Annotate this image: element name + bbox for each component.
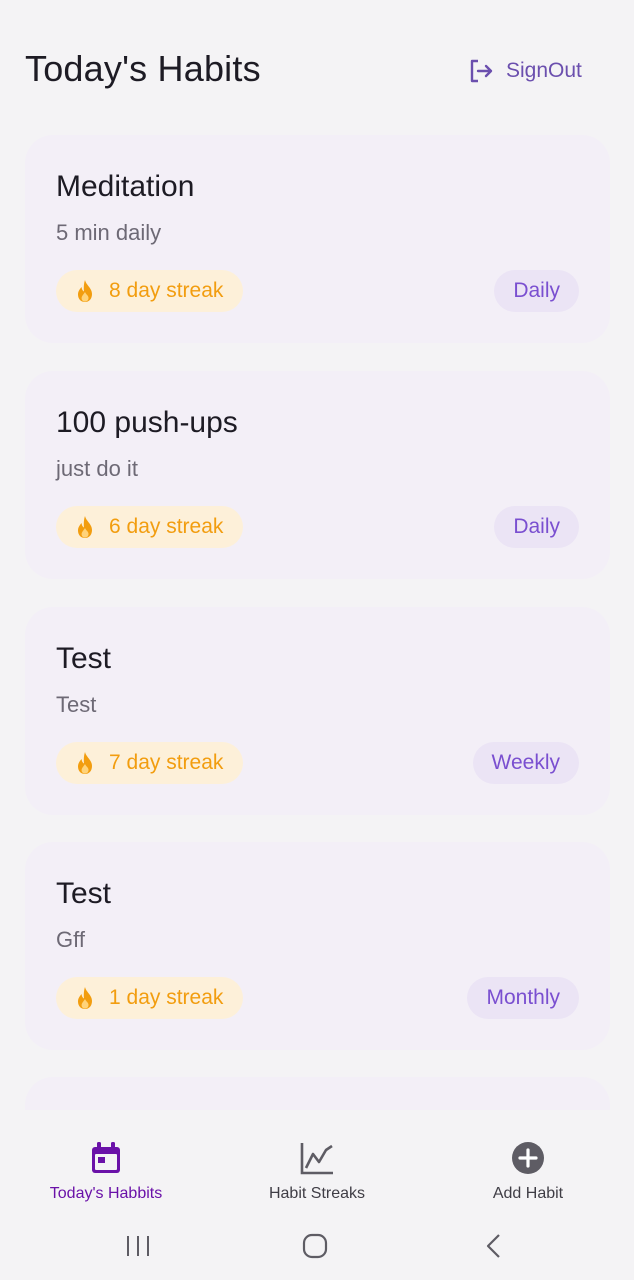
habit-title: 100 push-ups	[56, 406, 238, 439]
frequency-badge[interactable]: Weekly	[472, 742, 579, 784]
habit-description: 5 min daily	[56, 220, 162, 245]
system-navigation-bar	[0, 1218, 634, 1280]
streak-badge: 6 day streak	[56, 506, 243, 548]
fire-icon	[78, 987, 92, 1009]
logout-icon	[470, 59, 493, 83]
frequency-badge[interactable]: Monthly	[467, 977, 579, 1019]
frequency-badge[interactable]: Daily	[494, 270, 579, 312]
back-icon	[486, 1234, 500, 1258]
streak-badge: 8 day streak	[56, 270, 243, 312]
habit-card[interactable]: Test Test 7 day streak Weekly	[25, 607, 610, 815]
habit-description: just do it	[56, 456, 138, 481]
streak-text: 6 day streak	[109, 515, 224, 538]
habit-list[interactable]: Meditation 5 min daily 8 day streak Dail…	[0, 0, 634, 1110]
fire-icon	[78, 280, 92, 302]
home-button[interactable]	[301, 1232, 329, 1265]
streak-badge: 7 day streak	[56, 742, 243, 784]
nav-add-habit[interactable]: Add Habit	[438, 1140, 618, 1203]
calendar-icon	[92, 1142, 120, 1173]
app-screen: Meditation 5 min daily 8 day streak Dail…	[0, 0, 634, 1280]
streak-badge: 1 day streak	[56, 977, 243, 1019]
signout-label: SignOut	[506, 59, 582, 82]
habit-title: Meditation	[56, 170, 195, 203]
habit-title: Test	[56, 642, 112, 675]
bottom-navigation: Today's Habbits Habit Streaks Add Habit	[0, 1110, 634, 1218]
habit-title: Test	[56, 877, 112, 910]
recents-icon	[127, 1236, 149, 1256]
nav-label: Add Habit	[492, 1185, 564, 1202]
chart-icon	[300, 1143, 333, 1175]
app-header: Today's Habits SignOut	[0, 0, 634, 120]
fire-icon	[78, 516, 92, 538]
habit-description: Gff	[56, 927, 85, 952]
habit-card[interactable]: 100 push-ups just do it 6 day streak Dai…	[25, 371, 610, 579]
nav-label: Habit Streaks	[268, 1185, 366, 1202]
habit-description: Test	[56, 692, 97, 717]
nav-todays-habits[interactable]: Today's Habbits	[16, 1140, 196, 1203]
home-icon	[302, 1233, 328, 1259]
habit-card[interactable]: Test Gff 1 day streak Monthly	[25, 842, 610, 1050]
nav-label: Today's Habbits	[49, 1185, 163, 1202]
page-title: Today's Habits	[25, 48, 261, 89]
signout-button[interactable]: SignOut	[468, 54, 582, 88]
add-circle-icon	[512, 1142, 544, 1174]
streak-text: 8 day streak	[109, 279, 224, 302]
streak-text: 1 day streak	[109, 986, 224, 1009]
fire-icon	[78, 752, 92, 774]
streak-text: 7 day streak	[109, 751, 224, 774]
back-button[interactable]	[480, 1232, 508, 1265]
nav-habit-streaks[interactable]: Habit Streaks	[227, 1140, 407, 1203]
habit-card[interactable]: Meditation 5 min daily 8 day streak Dail…	[25, 135, 610, 343]
frequency-badge[interactable]: Daily	[494, 506, 579, 548]
recents-button[interactable]	[124, 1232, 152, 1265]
habit-card-partial[interactable]	[25, 1077, 610, 1110]
